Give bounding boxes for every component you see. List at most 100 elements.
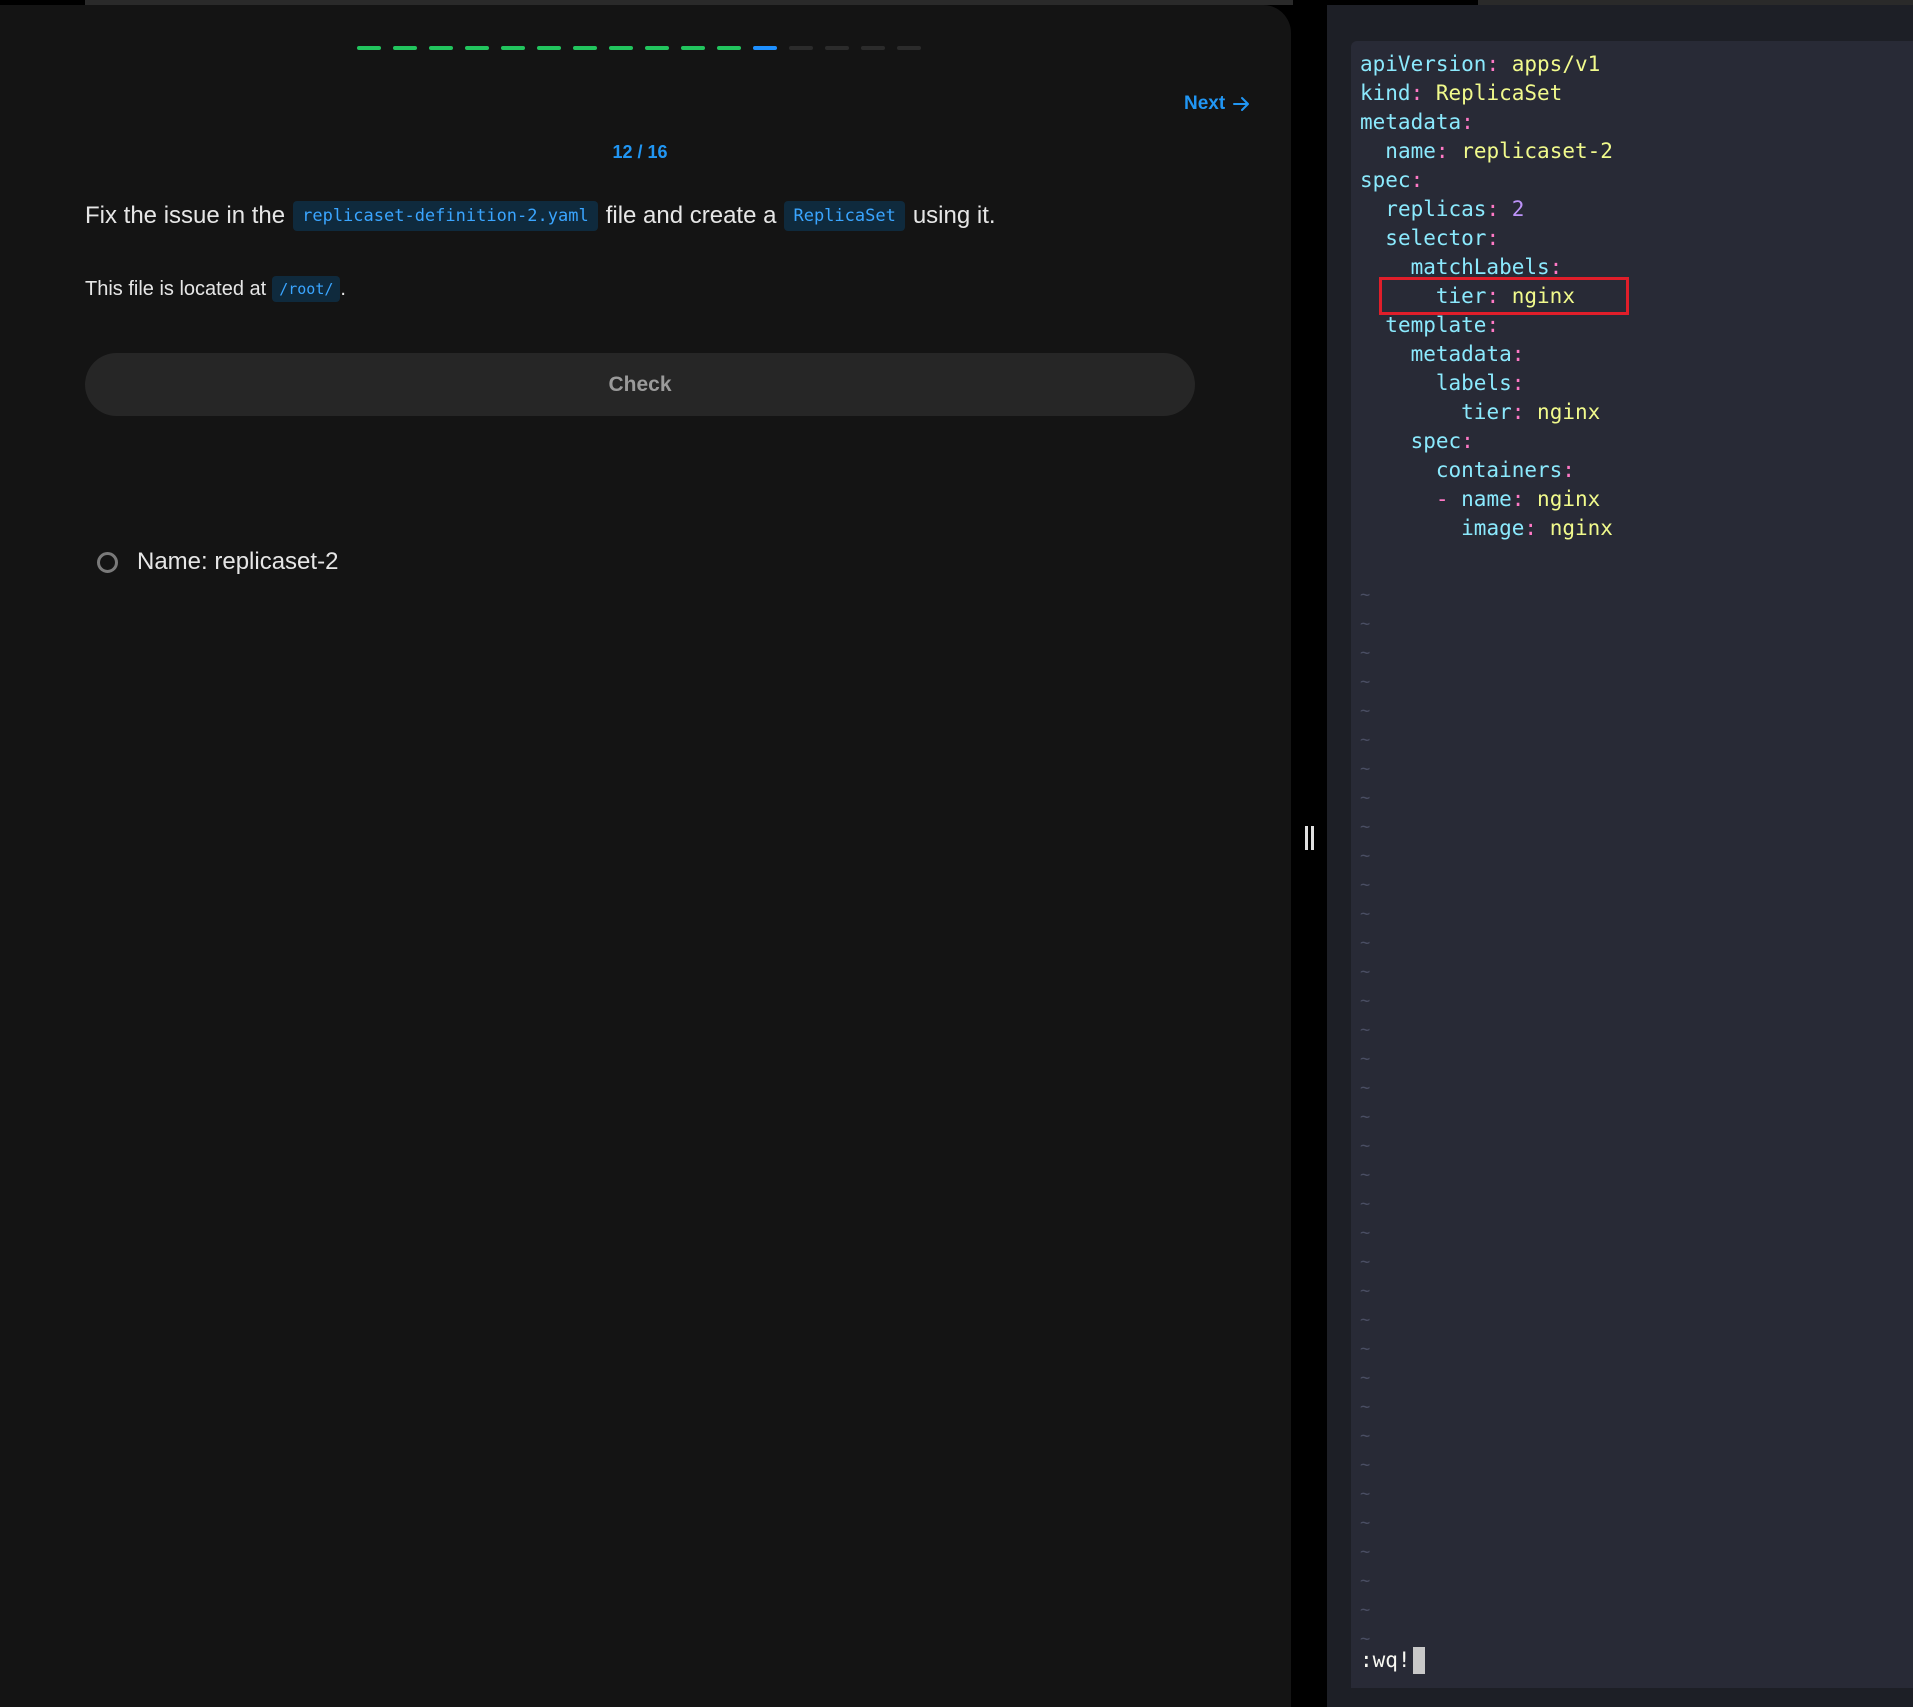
yaml-key: containers [1435,458,1563,482]
empty-line-marker: ~ [1360,1629,1371,1649]
yaml-colon: : [1524,516,1538,540]
empty-line-marker: ~ [1360,585,1371,605]
empty-line-marker: ~ [1360,817,1371,837]
yaml-key: spec [1410,429,1462,453]
yaml-colon: : [1486,284,1500,308]
empty-line-marker: ~ [1360,846,1371,866]
code-line: apiVersion: apps/v1 [1360,50,1600,79]
empty-line-marker: ~ [1360,1600,1371,1620]
code-line: replicas: 2 [1360,195,1524,224]
yaml-colon: : [1511,400,1525,424]
empty-line-marker: ~ [1360,1542,1371,1562]
empty-line-marker: ~ [1360,1571,1371,1591]
empty-line-marker: ~ [1360,1165,1371,1185]
empty-line-marker: ~ [1360,1252,1371,1272]
progress-segment [429,46,453,50]
empty-line-marker: ~ [1360,933,1371,953]
question-panel: Next 12 / 16 Fix the issue in the replic… [0,5,1291,1707]
code-line: template: [1360,311,1499,340]
next-button[interactable]: Next [1184,93,1251,115]
yaml-key: tier [1461,400,1512,424]
yaml-key: metadata [1410,342,1512,366]
yaml-colon: : [1511,371,1525,395]
question-counter: 12 / 16 [612,142,668,162]
task-label: Name: replicaset-2 [137,548,339,575]
yaml-colon: : [1410,168,1424,192]
empty-line-marker: ~ [1360,788,1371,808]
resize-grip-bar [1304,826,1308,850]
yaml-colon: : [1461,110,1474,134]
code-line: labels: [1360,369,1525,398]
progress-segment [501,46,525,50]
yaml-key: labels [1435,371,1512,395]
progress-segment [789,46,813,50]
question-text: Fix the issue in the replicaset-definiti… [85,201,996,231]
yaml-value: nginx [1537,400,1601,424]
yaml-value: nginx [1549,516,1613,540]
yaml-key: metadata [1360,110,1462,134]
yaml-colon: : [1486,313,1500,337]
empty-line-marker: ~ [1360,962,1371,982]
yaml-key: matchLabels [1410,255,1550,279]
empty-line-marker: ~ [1360,875,1371,895]
yaml-key: spec [1360,168,1411,192]
code-line: tier: nginx [1360,282,1575,311]
task-item: Name: replicaset-2 [97,548,338,576]
empty-line-marker: ~ [1360,904,1371,924]
question-middle: file and create a [605,202,777,229]
empty-line-marker: ~ [1360,1107,1371,1127]
yaml-key: tier [1435,284,1487,308]
yaml-value: ReplicaSet [1435,81,1563,105]
empty-line-marker: ~ [1360,1136,1371,1156]
check-button[interactable]: Check [85,353,1195,416]
location-prefix: This file is located at [85,277,267,300]
yaml-colon: : [1549,255,1563,279]
empty-line-marker: ~ [1360,1426,1371,1446]
question-prefix: Fix the issue in the [85,202,286,229]
yaml-colon: : [1486,52,1500,76]
code-line: containers: [1360,456,1575,485]
yaml-colon: : [1435,139,1449,163]
empty-line-marker: ~ [1360,1310,1371,1330]
empty-line-marker: ~ [1360,1194,1371,1214]
code-line: matchLabels: [1360,253,1563,282]
yaml-value: replicaset-2 [1461,139,1613,163]
yaml-key: image [1461,516,1525,540]
yaml-value: nginx [1511,284,1575,308]
location-text: This file is located at /root/ . [85,276,346,302]
question-suffix: using it. [912,202,996,229]
code-line: image: nginx [1360,514,1613,543]
yaml-colon: : [1511,487,1525,511]
empty-line-marker: ~ [1360,1078,1371,1098]
list-dash: - [1435,487,1462,511]
progress-segment [465,46,489,50]
resize-handle[interactable] [1302,826,1316,850]
yaml-colon: : [1461,429,1474,453]
path-code: /root/ [272,276,341,302]
yaml-key: selector [1385,226,1487,250]
empty-line-marker: ~ [1360,730,1371,750]
progress-segment [681,46,705,50]
progress-segment [609,46,633,50]
code-line: metadata: [1360,108,1474,137]
yaml-key: kind [1360,81,1411,105]
vim-editor[interactable]: :wq! apiVersion: apps/v1 kind: ReplicaSet… [1351,41,1913,1688]
yaml-value: apps/v1 [1511,52,1601,76]
empty-line-marker: ~ [1360,614,1371,634]
empty-line-marker: ~ [1360,1484,1371,1504]
yaml-colon: : [1562,458,1575,482]
filename-code: replicaset-definition-2.yaml [293,201,598,231]
location-suffix: . [340,277,346,300]
progress-bar [357,46,921,50]
progress-segment [537,46,561,50]
empty-line-marker: ~ [1360,991,1371,1011]
empty-line-marker: ~ [1360,1368,1371,1388]
code-line: - name: nginx [1360,485,1600,514]
progress-segment [861,46,885,50]
code-line: tier: nginx [1360,398,1600,427]
progress-segment [825,46,849,50]
progress-segment [753,46,777,50]
kind-code: ReplicaSet [784,201,905,231]
yaml-value: nginx [1537,487,1601,511]
next-label: Next [1184,93,1226,114]
